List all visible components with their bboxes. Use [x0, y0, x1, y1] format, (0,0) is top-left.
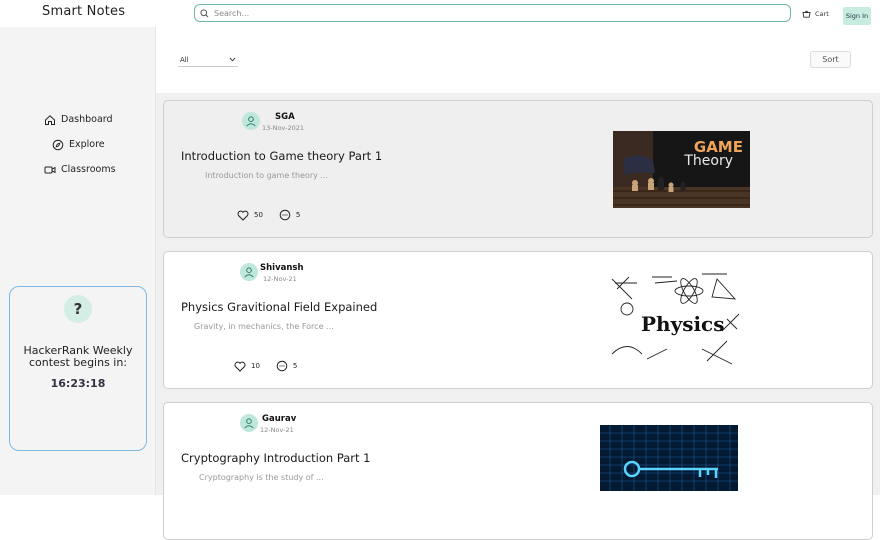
comment-icon	[279, 209, 291, 221]
like-button[interactable]: 50	[237, 210, 263, 221]
app-brand[interactable]: Smart Notes	[42, 4, 125, 19]
sidebar-item-label: Dashboard	[61, 114, 113, 125]
avatar	[242, 112, 260, 130]
heart-icon	[234, 361, 246, 372]
user-icon	[244, 418, 254, 429]
post-thumbnail: GAME Theory	[613, 131, 750, 208]
filter-select[interactable]: All	[178, 53, 238, 67]
comment-count: 5	[292, 362, 298, 370]
filter-value: All	[180, 55, 189, 64]
comment-button[interactable]: 5	[279, 209, 300, 221]
post-thumbnail: Physics	[607, 269, 742, 370]
sidebar-item-dashboard[interactable]: Dashboard	[44, 107, 116, 132]
image-text-theory: Theory	[683, 153, 733, 169]
image-text-physics: Physics	[641, 312, 725, 336]
avatar	[240, 263, 258, 281]
post-card[interactable]: SGA 13-Nov-2021 Introduction to Game the…	[163, 100, 873, 238]
like-button[interactable]: 10	[234, 361, 260, 372]
post-feed: SGA 13-Nov-2021 Introduction to Game the…	[156, 93, 880, 540]
sidebar-item-label: Classrooms	[61, 164, 116, 175]
post-date: 12-Nov-21	[260, 426, 294, 434]
sidebar-item-classrooms[interactable]: Classrooms	[44, 157, 116, 182]
home-icon	[45, 114, 55, 125]
like-count: 10	[251, 362, 260, 370]
sign-in-button[interactable]: Sign In	[843, 7, 871, 25]
cart-label: Cart	[815, 10, 829, 18]
contest-card: ? HackerRank Weekly contest begins in: 1…	[9, 286, 147, 451]
post-title[interactable]: Physics Gravitional Field Expained	[181, 300, 377, 314]
sidebar-item-explore[interactable]: Explore	[44, 132, 116, 157]
game-theory-image: GAME Theory	[613, 131, 750, 208]
post-title[interactable]: Introduction to Game theory Part 1	[181, 149, 382, 163]
post-title[interactable]: Cryptography Introduction Part 1	[181, 451, 371, 465]
search-box[interactable]	[194, 4, 791, 22]
cart-icon	[802, 10, 811, 18]
post-excerpt: Introduction to game theory ...	[205, 171, 329, 180]
post-card[interactable]: Shivansh 12-Nov-21 Physics Gravitional F…	[163, 251, 873, 389]
contest-countdown: 16:23:18	[50, 377, 106, 390]
search-input[interactable]	[214, 8, 754, 18]
heart-icon	[237, 210, 249, 221]
post-thumbnail	[600, 425, 738, 491]
filter-bar: All Sort	[156, 27, 880, 93]
like-count: 50	[254, 211, 263, 219]
compass-icon	[52, 139, 64, 150]
comment-button[interactable]: 5	[276, 360, 297, 372]
sidebar-item-label: Explore	[69, 139, 105, 150]
sidebar: Dashboard Explore Classrooms ? HackerRan…	[0, 27, 156, 495]
sort-button[interactable]: Sort	[810, 51, 851, 68]
chevron-down-icon	[229, 57, 236, 62]
user-icon	[246, 116, 256, 127]
post-date: 13-Nov-2021	[262, 124, 305, 132]
post-author[interactable]: Gaurav	[262, 414, 296, 424]
comment-icon	[276, 360, 288, 372]
avatar	[240, 414, 258, 432]
question-icon: ?	[64, 295, 92, 323]
post-stats: 50 5	[237, 209, 316, 221]
crypto-key-image	[600, 425, 738, 491]
post-date: 12-Nov-21	[263, 275, 297, 283]
post-excerpt: Cryptography is the study of ...	[199, 473, 324, 482]
post-excerpt: Gravity, in mechanics, the Force ...	[194, 322, 334, 331]
user-icon	[244, 267, 254, 278]
search-icon	[200, 8, 209, 17]
top-bar: Smart Notes Cart Sign In	[0, 0, 880, 27]
post-card[interactable]: Gaurav 12-Nov-21 Cryptography Introducti…	[163, 402, 873, 540]
post-author[interactable]: SGA	[275, 112, 295, 122]
main-content: All Sort SGA 13-Nov-2021 Introduction to…	[156, 27, 880, 540]
cart-button[interactable]: Cart	[802, 10, 829, 18]
comment-count: 5	[295, 211, 301, 219]
sidebar-nav: Dashboard Explore Classrooms	[44, 107, 116, 182]
video-icon	[44, 166, 56, 173]
physics-doodle-image: Physics	[607, 269, 742, 370]
post-stats: 10 5	[234, 360, 313, 372]
contest-text: HackerRank Weekly contest begins in:	[23, 344, 133, 369]
post-author[interactable]: Shivansh	[260, 263, 304, 273]
